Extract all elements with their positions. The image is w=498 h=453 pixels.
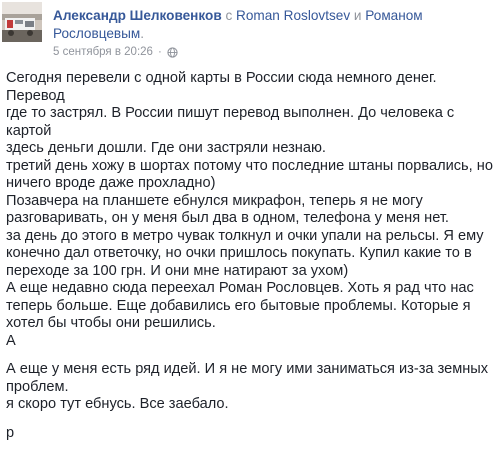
- post-paragraph-2: А еще у меня есть ряд идей. И я не могу …: [6, 361, 489, 412]
- post-body: Сегодня перевели с одной карты в России …: [6, 70, 496, 442]
- post-paragraph-3: р: [6, 424, 15, 441]
- tagged-friend-2-link-part-2[interactable]: Рословцевым: [53, 26, 140, 41]
- post-paragraph-1: Сегодня перевели с одной карты в России …: [6, 70, 493, 349]
- post-title-line-1: Александр Шелковенков с Roman Roslovtsev…: [53, 8, 423, 24]
- tagged-friend-2-link-part-1[interactable]: Романом: [365, 8, 422, 23]
- avatar[interactable]: [2, 2, 42, 42]
- post-title-line-2: Рословцевым.: [53, 26, 144, 42]
- title-period: .: [140, 26, 145, 41]
- author-name-link[interactable]: Александр Шелковенков: [53, 8, 222, 23]
- with-word: с: [225, 8, 233, 23]
- globe-icon[interactable]: [167, 46, 178, 58]
- post-timestamp[interactable]: 5 сентября в 20:26: [53, 45, 153, 59]
- tagged-friend-1-link[interactable]: Roman Roslovtsev: [236, 8, 350, 23]
- and-word: и: [353, 8, 362, 23]
- post-meta: 5 сентября в 20:26 ·: [53, 45, 178, 59]
- post-header: Александр Шелковенков с Roman Roslovtsev…: [0, 0, 498, 64]
- avatar-photo: [2, 2, 42, 42]
- meta-separator: ·: [157, 46, 162, 58]
